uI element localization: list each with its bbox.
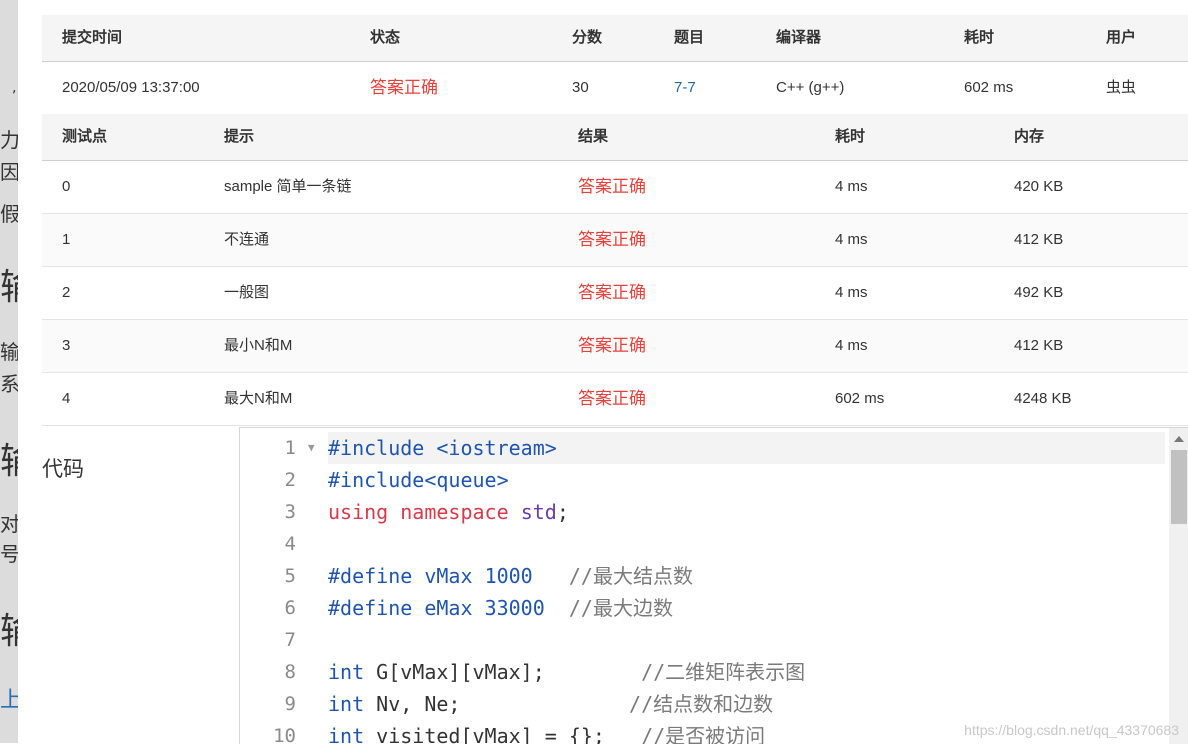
code-line: int Nv, Ne; //结点数和边数 — [328, 692, 774, 716]
scrollbar-thumb[interactable] — [1171, 450, 1187, 524]
scroll-up-arrow-icon[interactable] — [1174, 436, 1184, 442]
test-case-row: 0 sample 简单一条链 答案正确 4 ms 420 KB — [42, 161, 1188, 214]
line-number: 7 — [284, 629, 296, 651]
submit-time: 2020/05/09 13:37:00 — [62, 79, 200, 96]
background-heading: 输 — [0, 432, 18, 484]
header-elapsed: 耗时 — [964, 29, 995, 46]
test-id: 0 — [62, 178, 71, 195]
header-time: 耗时 — [835, 128, 866, 145]
fold-arrow-icon[interactable]: ▼ — [308, 441, 315, 454]
header-memory: 内存 — [1014, 128, 1045, 145]
test-memory: 492 KB — [1014, 284, 1064, 301]
test-time: 602 ms — [835, 390, 885, 407]
test-case-row: 3 最小N和M 答案正确 4 ms 412 KB — [42, 320, 1188, 373]
header-user: 用户 — [1106, 29, 1137, 46]
test-result: 答案正确 — [578, 177, 646, 196]
test-time: 4 ms — [835, 337, 868, 354]
line-number-gutter: 1 2 3 4 5 6 7 8 9 10 — [240, 432, 296, 744]
code-line: #define vMax 1000 //最大结点数 — [328, 564, 693, 588]
line-number: 5 — [284, 565, 296, 587]
code-line: #include<queue> — [328, 468, 509, 492]
test-hint: 最大N和M — [224, 390, 293, 407]
line-number: 9 — [284, 693, 296, 715]
header-problem: 题目 — [674, 29, 705, 46]
background-link: 上 — [0, 688, 18, 713]
line-number: 2 — [284, 469, 296, 491]
submission-row: 2020/05/09 13:37:00 答案正确 30 7-7 C++ (g++… — [42, 62, 1188, 115]
line-number: 1 — [284, 437, 296, 459]
test-id: 1 — [62, 231, 71, 248]
line-number: 10 — [273, 725, 296, 744]
line-number: 8 — [284, 661, 296, 683]
test-memory: 420 KB — [1014, 178, 1064, 195]
background-dot: , — [12, 80, 17, 96]
test-time: 4 ms — [835, 284, 868, 301]
background-text: 因 — [0, 160, 18, 184]
problem-link[interactable]: 7-7 — [674, 62, 696, 114]
test-result: 答案正确 — [578, 283, 646, 302]
submission-table-header: 提交时间 状态 分数 题目 编译器 耗时 用户 — [42, 15, 1188, 62]
code-line: #define eMax 33000 //最大边数 — [328, 596, 673, 620]
editor-scrollbar[interactable] — [1169, 428, 1188, 744]
test-hint: 最小N和M — [224, 337, 293, 354]
submission-table: 提交时间 状态 分数 题目 编译器 耗时 用户 2020/05/09 13:37… — [42, 15, 1188, 115]
watermark: https://blog.csdn.net/qq_43370683 — [964, 722, 1179, 738]
code-line: #include <iostream> — [328, 432, 1165, 464]
elapsed-value: 602 ms — [964, 79, 1014, 96]
compiler-value: C++ (g++) — [776, 79, 845, 96]
test-cases-header: 测试点 提示 结果 耗时 内存 — [42, 114, 1188, 161]
background-text: 假 — [0, 202, 18, 226]
test-memory: 412 KB — [1014, 231, 1064, 248]
background-heading: 输 — [0, 258, 18, 310]
test-id: 2 — [62, 284, 71, 301]
test-time: 4 ms — [835, 178, 868, 195]
test-result: 答案正确 — [578, 230, 646, 249]
test-case-row: 1 不连通 答案正确 4 ms 412 KB — [42, 214, 1188, 267]
line-number: 4 — [284, 533, 296, 555]
header-result: 结果 — [578, 128, 609, 145]
test-hint: 一般图 — [224, 284, 270, 301]
test-case-row: 2 一般图 答案正确 4 ms 492 KB — [42, 267, 1188, 320]
test-case-row: 4 最大N和M 答案正确 602 ms 4248 KB — [42, 373, 1188, 426]
test-result: 答案正确 — [578, 336, 646, 355]
line-number: 3 — [284, 501, 296, 523]
header-status: 状态 — [370, 29, 401, 46]
background-text: 号 — [0, 542, 18, 566]
code-lines: #include <iostream> #include<queue> usin… — [328, 432, 1165, 744]
background-text: 对 — [0, 512, 18, 536]
line-number: 6 — [284, 597, 296, 619]
test-time: 4 ms — [835, 231, 868, 248]
header-score: 分数 — [572, 29, 603, 46]
status-accepted: 答案正确 — [370, 78, 438, 97]
test-hint: 不连通 — [224, 231, 270, 248]
code-section-label: 代码 — [42, 457, 84, 481]
test-result: 答案正确 — [578, 389, 646, 408]
user-name: 虫虫 — [1106, 79, 1137, 96]
background-text: 力 — [0, 128, 18, 152]
background-text: 系 — [0, 372, 18, 396]
background-page: , 力 因 假 输 输 系 输 对 号 输 上 — [0, 0, 18, 743]
code-line: int G[vMax][vMax]; //二维矩阵表示图 — [328, 660, 806, 684]
test-cases-table: 测试点 提示 结果 耗时 内存 0 sample 简单一条链 答案正确 4 ms… — [42, 114, 1188, 426]
background-heading: 输 — [0, 602, 18, 654]
test-memory: 412 KB — [1014, 337, 1064, 354]
code-line: using namespace std; — [328, 500, 569, 524]
test-id: 3 — [62, 337, 71, 354]
header-hint: 提示 — [224, 128, 255, 145]
code-editor[interactable]: 1 2 3 4 5 6 7 8 9 10 ▼ #include <iostrea… — [239, 427, 1188, 744]
header-test-id: 测试点 — [62, 128, 108, 145]
header-compiler: 编译器 — [776, 29, 822, 46]
test-memory: 4248 KB — [1014, 390, 1072, 407]
background-text: 输 — [0, 340, 18, 364]
score-value: 30 — [572, 79, 589, 96]
test-hint: sample 简单一条链 — [224, 178, 352, 195]
test-id: 4 — [62, 390, 71, 407]
header-submit-time: 提交时间 — [62, 29, 123, 46]
submission-detail-panel: 提交时间 状态 分数 题目 编译器 耗时 用户 2020/05/09 13:37… — [18, 0, 1188, 744]
